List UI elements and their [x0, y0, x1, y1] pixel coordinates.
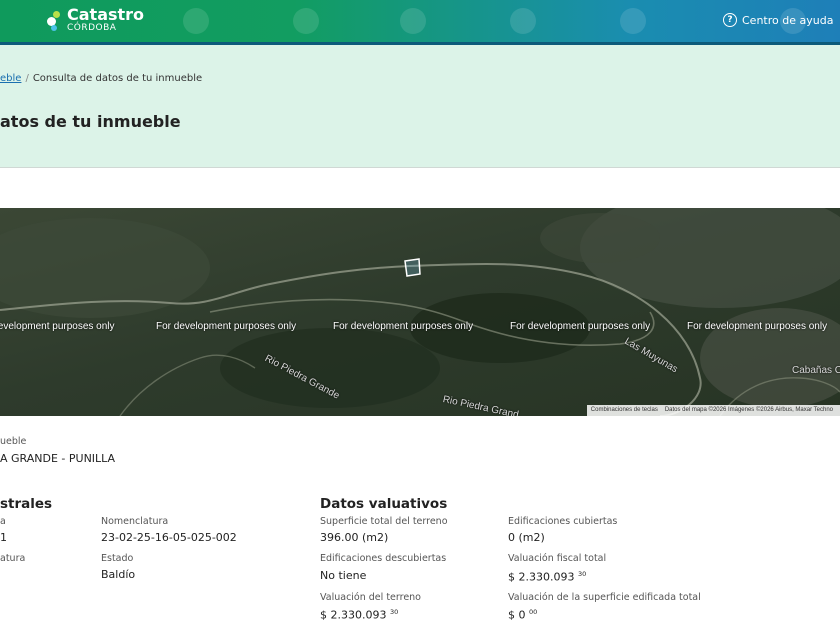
cadastral-field-label: a: [0, 516, 6, 527]
map-attribution: Combinaciones de teclas Datos del mapa ©2…: [586, 405, 840, 416]
header-decoration: [293, 8, 319, 34]
header-decoration: [400, 8, 426, 34]
uncovered-buildings-label: Edificaciones descubiertas: [320, 553, 447, 564]
built-area-valuation-label: Valuación de la superficie edificada tot…: [508, 592, 701, 603]
map-watermark: For development purposes only: [687, 321, 828, 332]
page-title: atos de tu inmueble: [0, 112, 181, 131]
nomenclature-label: Nomenclatura: [101, 516, 169, 527]
location-label: ueble: [0, 436, 27, 447]
fiscal-valuation-amount: $ 2.330.093: [508, 570, 575, 584]
land-valuation-cents: 30: [389, 608, 399, 616]
fiscal-valuation-label: Valuación fiscal total: [508, 553, 607, 564]
built-area-valuation-amount: $ 0: [508, 608, 526, 622]
keyboard-shortcuts-link[interactable]: Combinaciones de teclas: [591, 407, 658, 413]
page-header-band: eble / Consulta de datos de tu inmueble at…: [0, 45, 840, 167]
brand-title: Catastro: [67, 5, 145, 24]
logo-mark-icon: [46, 10, 62, 32]
header-decoration: [510, 8, 536, 34]
land-area-value: 396.00 (m2): [320, 531, 389, 544]
map-watermark: For development purposes only: [333, 321, 474, 332]
top-header: Catastro CÓRDOBA ? Centro de ayuda: [0, 0, 840, 42]
land-area-label: Superficie total del terreno: [320, 516, 448, 527]
map-watermark: elevelopment purposes only: [0, 321, 115, 332]
breadcrumb-current: Consulta de datos de tu inmueble: [32, 73, 203, 84]
map-watermark: For development purposes only: [510, 321, 651, 332]
catastro-logo[interactable]: Catastro CÓRDOBA: [46, 7, 144, 34]
covered-buildings-value: 0 (m2): [508, 531, 545, 544]
brand-subtitle: CÓRDOBA: [67, 23, 117, 33]
fiscal-valuation-cents: 30: [577, 570, 587, 578]
land-valuation-label: Valuación del terreno: [320, 592, 421, 603]
help-center-label: Centro de ayuda: [742, 13, 834, 27]
breadcrumb: eble / Consulta de datos de tu inmueble: [0, 73, 202, 84]
breadcrumb-separator: /: [25, 73, 29, 84]
built-area-valuation-cents: 00: [529, 608, 538, 616]
help-center-link[interactable]: ? Centro de ayuda: [723, 13, 833, 27]
location-value: A GRANDE - PUNILLA: [0, 452, 116, 465]
map-imagery: [0, 208, 840, 416]
status-value: Baldío: [101, 568, 136, 581]
land-valuation-amount: $ 2.330.093: [320, 608, 387, 622]
header-decoration: [620, 8, 646, 34]
built-area-valuation-value: $ 0 00: [508, 608, 537, 622]
fiscal-valuation-value: $ 2.330.093 30: [508, 570, 586, 584]
land-valuation-value: $ 2.330.093 30: [320, 608, 398, 622]
cadastral-field-value: 1: [0, 531, 7, 544]
breadcrumb-link[interactable]: eble: [0, 73, 21, 84]
band-divider: [0, 167, 840, 168]
map-data-credit: Datos del mapa ©2026 Imágenes ©2026 Airb…: [664, 407, 833, 413]
status-label: Estado: [101, 553, 134, 564]
header-decoration: [183, 8, 209, 34]
question-circle-icon: ?: [723, 13, 737, 27]
uncovered-buildings-value: No tiene: [320, 569, 367, 582]
satellite-map[interactable]: elevelopment purposes only For developme…: [0, 208, 840, 416]
covered-buildings-label: Edificaciones cubiertas: [508, 516, 618, 527]
map-watermark: For development purposes only: [156, 321, 297, 332]
cadastral-field-label: atura: [0, 553, 26, 564]
map-place-label: Cabañas Ca: [792, 365, 840, 376]
valuation-section-title: Datos valuativos: [320, 496, 448, 512]
nomenclature-value: 23-02-25-16-05-025-002: [101, 531, 237, 544]
cadastral-section-title: strales: [0, 496, 53, 512]
